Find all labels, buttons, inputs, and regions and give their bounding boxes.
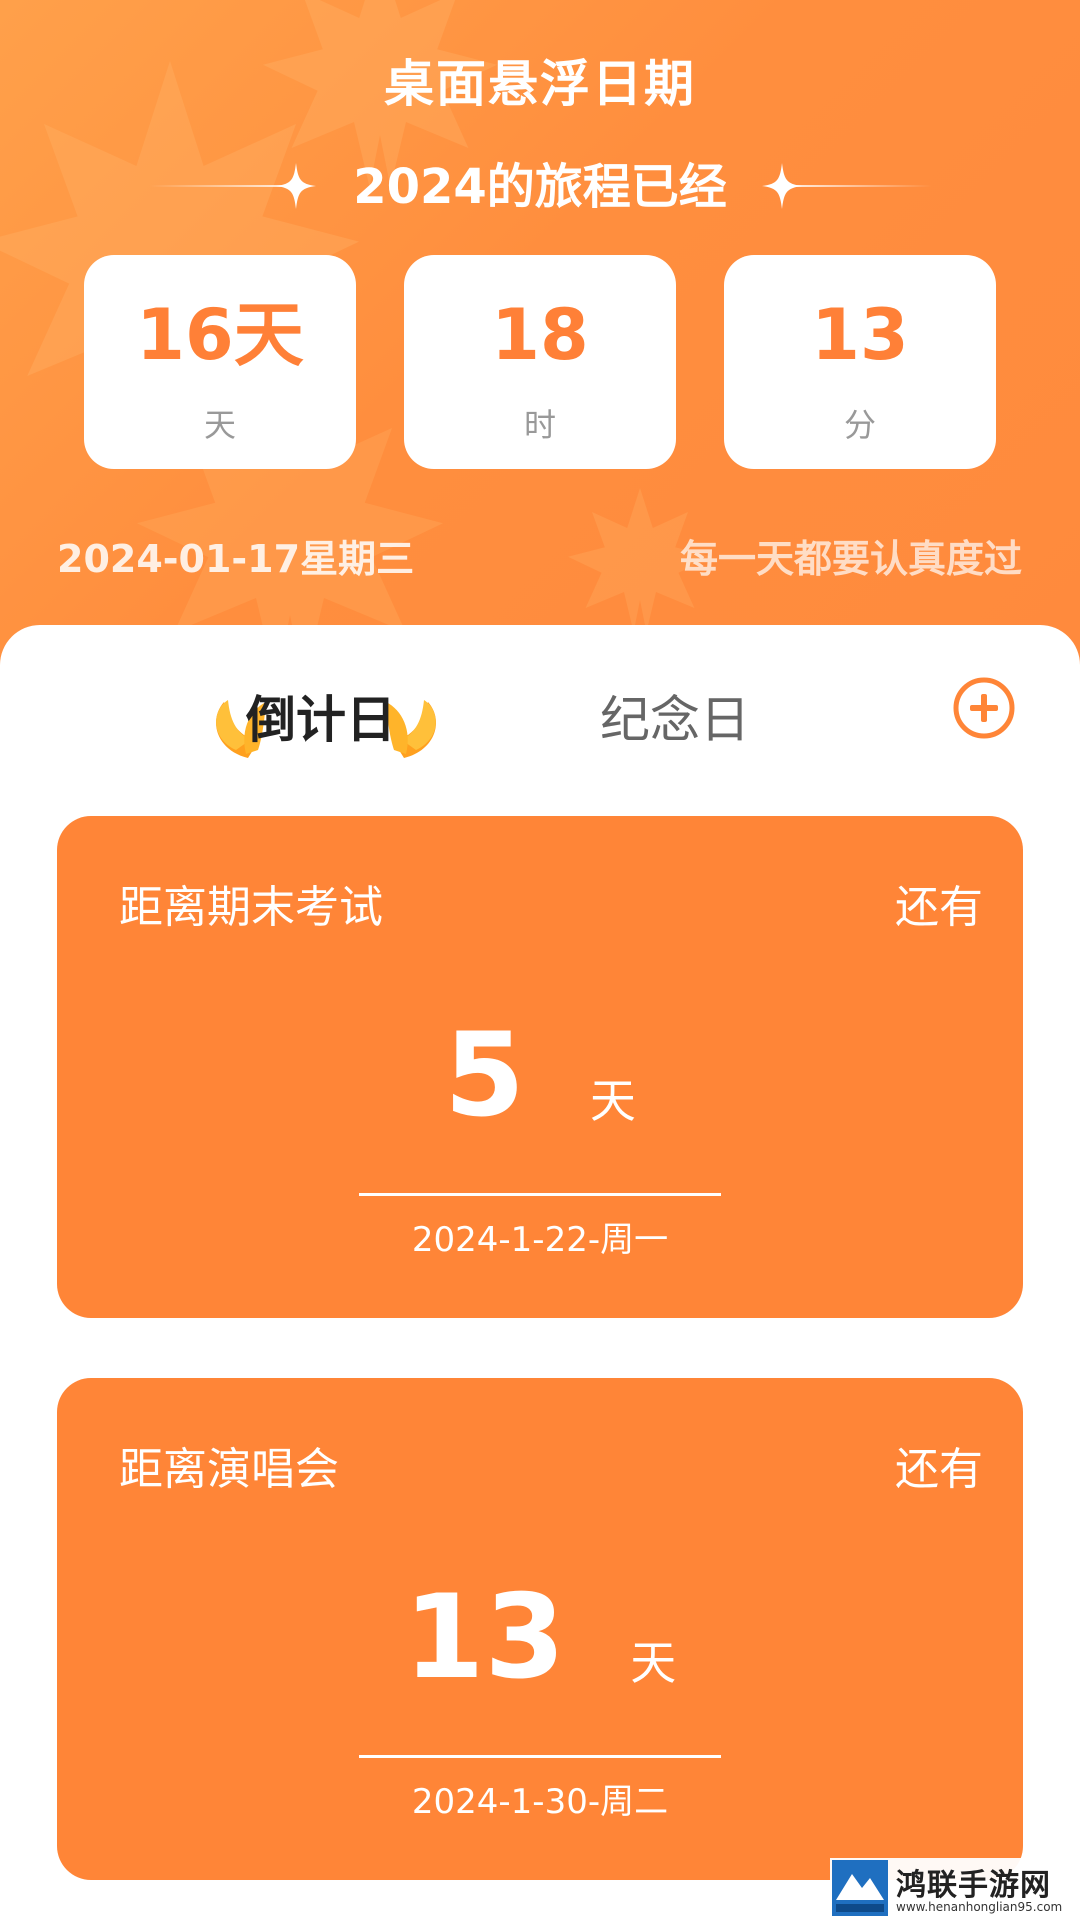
stat-minutes-unit: 分 — [843, 406, 876, 444]
card-days-unit: 天 — [589, 1074, 636, 1128]
card-target-date: 2024-1-30-周二 — [411, 1782, 669, 1822]
content-sheet: 倒计日 纪念日 距离期末考试 还有 5 天 2024-1-22-周一 距离演唱会… — [0, 625, 1080, 1920]
stat-days-unit: 天 — [203, 406, 236, 444]
stat-hours-unit: 时 — [523, 406, 556, 444]
card-days-value: 5 — [444, 1008, 525, 1143]
card-days-value: 13 — [403, 1570, 566, 1705]
stat-minutes-box: 13 分 — [724, 255, 996, 469]
card-divider — [359, 1193, 721, 1196]
tab-anniversary[interactable]: 纪念日 — [600, 685, 750, 755]
today-date: 2024-01-17星期三 — [57, 537, 415, 581]
countdown-card[interactable]: 距离演唱会 还有 13 天 2024-1-30-周二 — [57, 1378, 1023, 1880]
card-remain-label: 还有 — [895, 882, 983, 933]
card-title: 距离演唱会 — [119, 1444, 339, 1495]
card-count: 5 天 — [57, 1016, 1023, 1136]
watermark-logo-icon — [832, 1860, 888, 1916]
card-count: 13 天 — [57, 1578, 1023, 1698]
card-divider — [359, 1755, 721, 1758]
app-title: 桌面悬浮日期 — [384, 55, 696, 113]
card-target-date: 2024-1-22-周一 — [411, 1220, 669, 1260]
header-banner: 桌面悬浮日期 2024的旅程已经 16天 天 18 时 13 分 2024-01… — [0, 0, 1080, 700]
motto-text: 每一天都要认真度过 — [679, 537, 1022, 581]
watermark-url: www.henanhonglian95.com — [896, 1900, 1063, 1914]
stat-days-box: 16天 天 — [84, 255, 356, 469]
stat-hours-box: 18 时 — [404, 255, 676, 469]
tab-countdown[interactable]: 倒计日 — [246, 685, 396, 755]
countdown-card[interactable]: 距离期末考试 还有 5 天 2024-1-22-周一 — [57, 816, 1023, 1318]
card-days-unit: 天 — [630, 1636, 677, 1690]
card-title: 距离期末考试 — [119, 882, 383, 933]
watermark: 鸿联手游网 www.henanhonglian95.com — [830, 1858, 1080, 1920]
stat-hours-value: 18 — [491, 294, 589, 376]
stat-minutes-value: 13 — [811, 294, 909, 376]
add-circle-icon[interactable] — [952, 676, 1016, 740]
journey-row: 2024的旅程已经 — [0, 155, 1080, 225]
stat-days-value: 16天 — [136, 294, 304, 376]
divider-line — [782, 185, 932, 187]
journey-text: 2024的旅程已经 — [353, 159, 727, 215]
card-remain-label: 还有 — [895, 1444, 983, 1495]
watermark-title: 鸿联手游网 — [896, 1868, 1051, 1903]
